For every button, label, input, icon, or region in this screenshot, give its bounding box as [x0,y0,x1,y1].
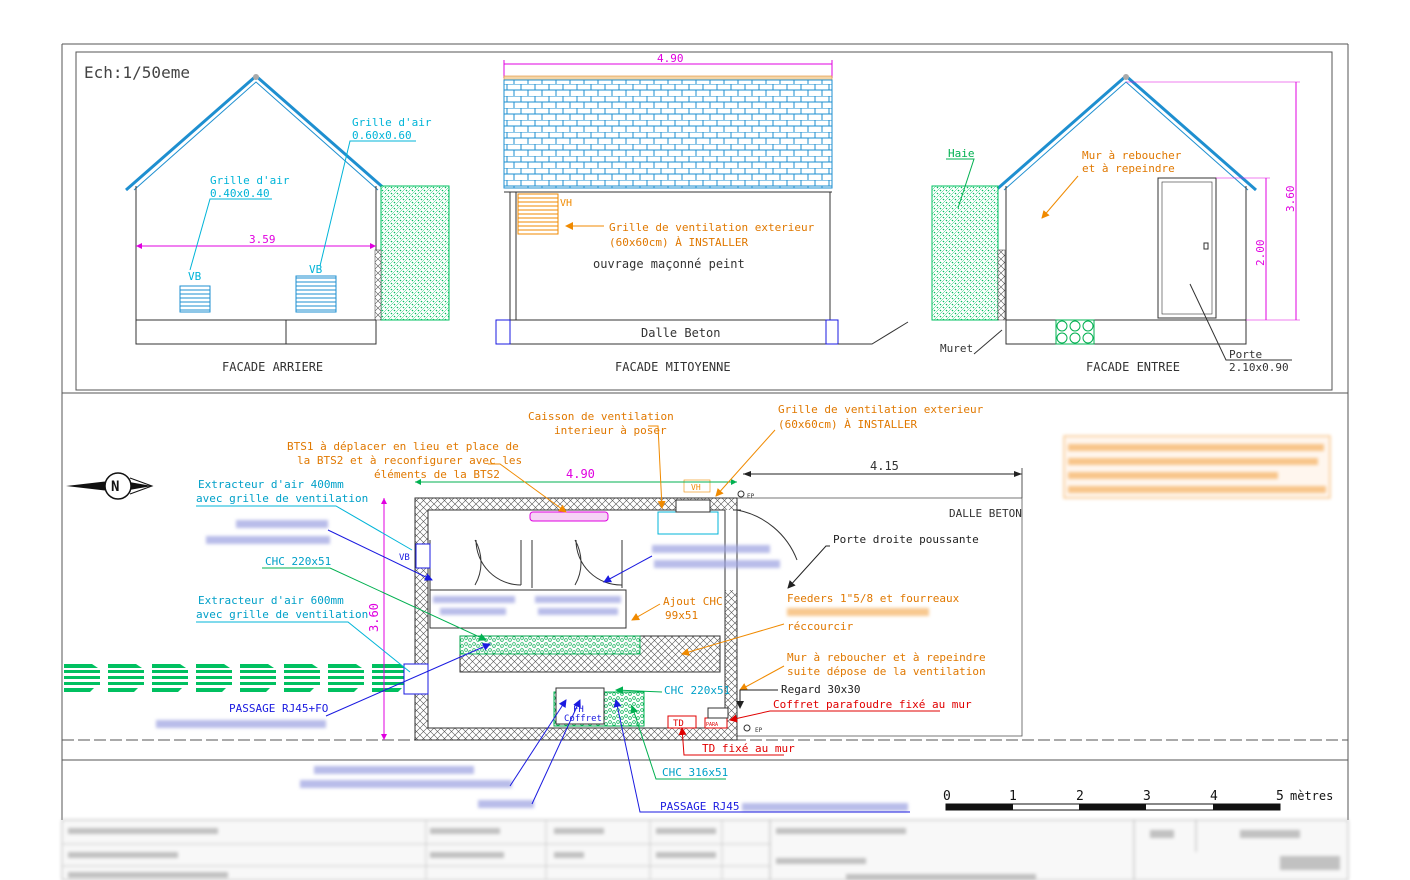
scale-tick-3: 3 [1143,789,1151,804]
entry-door [1157,177,1217,319]
rear-grille-large-size: 0.60x0.60 [352,129,412,142]
entry-elevation: 3.60 2.00 Haie Mur à reboucher et à repe… [931,74,1300,374]
plan-view: N DALLE BETON FH Coffret TD PARA VB VH E… [62,403,1348,813]
ann-grille-1: Grille de ventilation exterieur [778,403,984,416]
extractor-400 [415,543,431,569]
rear-grille-large-title: Grille d'air [352,116,432,129]
plan-dalle-beton: DALLE BETON [949,507,1022,520]
rear-hedge [380,185,450,321]
rear-grille-small-size: 0.40x0.40 [210,187,270,200]
entry-porte-size: 2.10x0.90 [1229,361,1289,374]
ann-grille-2: (60x60cm) À INSTALLER [778,418,917,431]
ann-ajout-chc-2: 99x51 [665,609,698,622]
title-block [61,819,1349,880]
ann-chc220-bottom: CHC 220x51 [664,684,730,697]
side-width-dim: 4.90 [657,52,684,65]
plan-caisson [529,511,609,522]
ann-extr400-2: avec grille de ventilation [196,492,368,505]
entry-mur-line1: Mur à reboucher [1082,149,1182,162]
side-dalle: Dalle Beton [641,326,720,340]
ann-bts-2: la BTS2 et à reconfigurer avec les [297,454,522,467]
scale-tick-5: 5 [1276,789,1284,804]
ann-mur-rep-2: suite dépose de la ventilation [787,665,986,678]
ann-bts-1: BTS1 à déplacer en lieu et place de [287,440,519,453]
ann-ajout-chc-1: Ajout CHC [663,595,723,608]
plan-ep-top: EP [747,493,755,500]
ann-td-fixe: TD fixé au mur [702,742,795,755]
plan-vh: VH [691,483,701,492]
side-grille-vh [517,193,559,235]
entry-mur-line2: et à repeindre [1082,162,1175,175]
ann-caisson-1: Caisson de ventilation [528,410,674,423]
plan-vh-grille [657,511,719,535]
rear-width-dim: 3.59 [249,233,276,246]
ann-coffret-para: Coffret parafoudre fixé au mur [773,698,972,711]
ann-extr600-1: Extracteur d'air 600mm [198,594,344,607]
rear-title: FACADE ARRIERE [222,360,323,374]
ann-porte-droite: Porte droite poussante [833,533,979,546]
scale-unit: mètres [1290,789,1333,803]
rear-roof [125,74,387,192]
plan-hedge [64,664,408,692]
ann-mur-rep-1: Mur à reboucher et à repeindre [787,651,986,664]
extractor-600 [403,663,429,695]
north-arrow-icon: N [66,472,154,500]
ann-bts-3: éléments de la BTS2 [374,468,500,481]
rear-grille-small [179,285,211,313]
drawing-sheet: Ech:1/50eme 3.59 VB VB Grille d'air 0.40… [61,43,1349,880]
entry-hedge [931,185,999,321]
ann-blurred-bts2 [206,520,330,544]
ann-regard: Regard 30x30 [781,683,860,696]
entry-title: FACADE ENTREE [1086,360,1180,374]
ann-extr400-1: Extracteur d'air 400mm [198,478,344,491]
plan-td: TD [673,719,684,729]
plan-offset-dim: 4.15 [870,459,899,473]
side-grille-line1: Grille de ventilation exterieur [609,221,815,234]
ann-passage-rj45-2: PASSAGE RJ45 [660,800,739,813]
ann-extr600-2: avec grille de ventilation [196,608,368,621]
svg-text:N: N [111,479,119,495]
rear-grille-large [295,275,337,313]
plan-para: PARA [706,722,718,728]
rear-elevation: 3.59 VB VB Grille d'air 0.40x0.40 Grille… [125,74,450,374]
scale-tick-1: 1 [1009,789,1017,804]
plan-height-dim: 3.60 [367,603,381,632]
entry-muret: Muret [940,342,973,355]
scale-tick-0: 0 [943,789,951,804]
entry-height-door: 2.00 [1254,240,1267,267]
ann-chc316: CHC 316x51 [662,766,728,779]
plan-ep-bottom: EP [755,727,763,734]
entry-porte-label: Porte [1229,348,1262,361]
ann-passage-rj45: PASSAGE RJ45+FO [229,702,328,715]
plan-width-dim: 4.90 [566,467,595,481]
side-grille-line2: (60x60cm) À INSTALLER [609,236,748,249]
rear-grille-small-title: Grille d'air [210,174,290,187]
side-ouvrage: ouvrage maçonné peint [593,257,745,271]
plan-vb: VB [399,553,410,563]
rear-walls [135,186,377,320]
side-elevation: 4.90 VH Grille de ventilation exterieur … [495,52,909,374]
entry-vent-circles [1055,319,1095,345]
scale-bar: 0 1 2 3 4 5 mètres [943,789,1333,811]
ann-feeders-1: Feeders 1"5/8 et fourreaux [787,592,960,605]
scale-label: Ech:1/50eme [84,63,190,82]
blurred-feed-notes [300,766,534,808]
ann-chc220-top: CHC 220x51 [265,555,331,568]
side-vh: VH [560,198,572,209]
side-roof-tiles [503,79,833,189]
scale-tick-2: 2 [1076,789,1084,804]
blurred-orange-note [1063,435,1331,499]
ann-feeders-2: réccourcir [787,620,854,633]
entry-haie: Haie [948,147,975,160]
scale-tick-4: 4 [1210,789,1218,804]
entry-height-total: 3.60 [1284,186,1297,213]
side-title: FACADE MITOYENNE [615,360,731,374]
rear-vb-left: VB [188,270,202,283]
